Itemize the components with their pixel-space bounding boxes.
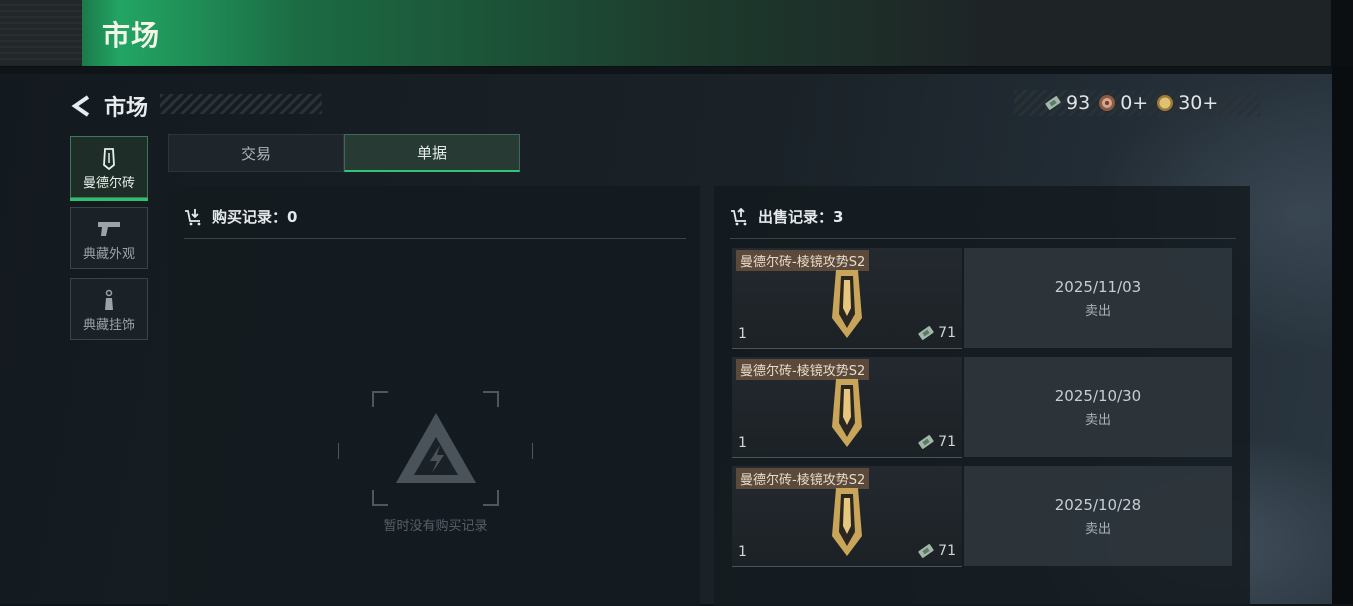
sale-date: 2025/10/30 bbox=[1054, 386, 1142, 405]
frame-corner bbox=[372, 391, 388, 407]
charm-icon bbox=[105, 289, 113, 310]
ticket-icon bbox=[918, 435, 934, 449]
sale-status: 卖出 bbox=[1084, 521, 1111, 537]
brick-skin-image bbox=[832, 379, 862, 447]
item-quantity: 1 bbox=[738, 326, 747, 342]
sale-record-row[interactable]: 曼德尔砖-棱镜攻势S2 1 71 2025/11/03 卖出 bbox=[732, 248, 1232, 349]
category-mandel-brick[interactable]: 曼德尔砖 bbox=[70, 136, 148, 201]
tab-trade[interactable]: 交易 bbox=[168, 134, 344, 172]
ticket-icon bbox=[1045, 96, 1061, 110]
category-label: 典藏外观 bbox=[82, 247, 135, 262]
sale-item-card: 曼德尔砖-棱镜攻势S2 1 71 bbox=[732, 248, 962, 349]
buy-records-panel: 购买记录：0 暂时没有购买记录 bbox=[168, 186, 700, 606]
back-button[interactable]: 市场 bbox=[70, 90, 148, 122]
sale-date: 2025/10/28 bbox=[1054, 495, 1142, 514]
sale-item-card: 曼德尔砖-棱镜攻势S2 1 71 bbox=[732, 466, 962, 567]
sell-divider bbox=[730, 238, 1236, 239]
coin-count: 30+ bbox=[1178, 92, 1219, 114]
coin-icon bbox=[1157, 95, 1174, 111]
category-label: 典藏挂饰 bbox=[82, 318, 135, 333]
currency-medal: 0+ bbox=[1098, 92, 1148, 114]
sell-records-panel: 出售记录：3 曼德尔砖-棱镜攻势S2 1 71 2025/11/03 卖出 曼德… bbox=[714, 186, 1250, 606]
tab-bar: 交易 单据 bbox=[168, 134, 520, 172]
back-label: 市场 bbox=[104, 96, 149, 121]
top-bar-decoration bbox=[0, 0, 82, 60]
header-hatch-decoration bbox=[160, 94, 322, 114]
ticket-icon bbox=[918, 326, 934, 340]
pistol-icon bbox=[98, 222, 120, 236]
sale-info: 2025/10/28 卖出 bbox=[964, 466, 1232, 566]
currency-bar: 93 0+ 30+ bbox=[1014, 90, 1260, 116]
sale-record-row[interactable]: 曼德尔砖-棱镜攻势S2 1 71 2025/10/28 卖出 bbox=[732, 466, 1232, 567]
item-price: 71 bbox=[917, 542, 956, 560]
empty-state: 暂时没有购买记录 bbox=[338, 391, 533, 534]
category-collection-skins[interactable]: 典藏外观 bbox=[70, 207, 148, 269]
buy-records-header: 购买记录：0 bbox=[184, 206, 297, 227]
sale-info: 2025/10/30 卖出 bbox=[964, 357, 1232, 457]
buy-divider bbox=[184, 238, 686, 239]
item-quantity: 1 bbox=[738, 435, 747, 451]
right-edge bbox=[1332, 66, 1353, 604]
frame-corner bbox=[483, 391, 499, 407]
sale-record-row[interactable]: 曼德尔砖-棱镜攻势S2 1 71 2025/10/30 卖出 bbox=[732, 357, 1232, 458]
empty-state-text: 暂时没有购买记录 bbox=[383, 519, 488, 534]
page-title: 市场 bbox=[102, 19, 161, 52]
item-price-value: 71 bbox=[938, 543, 956, 559]
top-bar-edge bbox=[1331, 0, 1353, 66]
currency-ticket: 93 bbox=[1044, 92, 1090, 114]
sell-records-title: 出售记录：3 bbox=[758, 208, 844, 226]
frame-corner bbox=[483, 490, 499, 506]
sell-records-header: 出售记录：3 bbox=[730, 206, 843, 227]
ticket-icon bbox=[918, 544, 934, 558]
market-panel: 市场 93 0+ 30+ 曼德尔砖 典藏外观 典藏挂饰 交易 单据 购买记录：0… bbox=[0, 74, 1332, 606]
sale-info: 2025/11/03 卖出 bbox=[964, 248, 1232, 348]
brick-icon bbox=[103, 148, 115, 171]
sale-status: 卖出 bbox=[1084, 412, 1111, 428]
category-label: 曼德尔砖 bbox=[82, 176, 135, 191]
category-collection-charms[interactable]: 典藏挂饰 bbox=[70, 278, 148, 340]
sale-date: 2025/11/03 bbox=[1054, 277, 1142, 296]
currency-coin: 30+ bbox=[1156, 92, 1218, 114]
sale-item-card: 曼德尔砖-棱镜攻势S2 1 71 bbox=[732, 357, 962, 458]
sale-status: 卖出 bbox=[1084, 303, 1111, 319]
brick-skin-image bbox=[832, 270, 862, 338]
medal-icon bbox=[1099, 95, 1116, 111]
buy-records-title: 购买记录：0 bbox=[212, 208, 298, 226]
back-arrow-icon bbox=[71, 95, 90, 117]
ticket-count: 93 bbox=[1066, 92, 1091, 114]
cart-download-icon bbox=[185, 208, 201, 225]
item-quantity: 1 bbox=[738, 544, 747, 560]
item-price: 71 bbox=[917, 433, 956, 451]
top-bar: 市场 bbox=[0, 0, 1353, 67]
brick-skin-image bbox=[832, 488, 862, 556]
frame-corner bbox=[372, 490, 388, 506]
item-price-value: 71 bbox=[938, 325, 956, 341]
medal-count: 0+ bbox=[1120, 92, 1149, 114]
item-price-value: 71 bbox=[938, 434, 956, 450]
cart-upload-icon bbox=[731, 207, 747, 225]
game-logo-icon bbox=[396, 413, 476, 483]
tab-orders[interactable]: 单据 bbox=[344, 134, 520, 172]
item-price: 71 bbox=[917, 324, 956, 342]
